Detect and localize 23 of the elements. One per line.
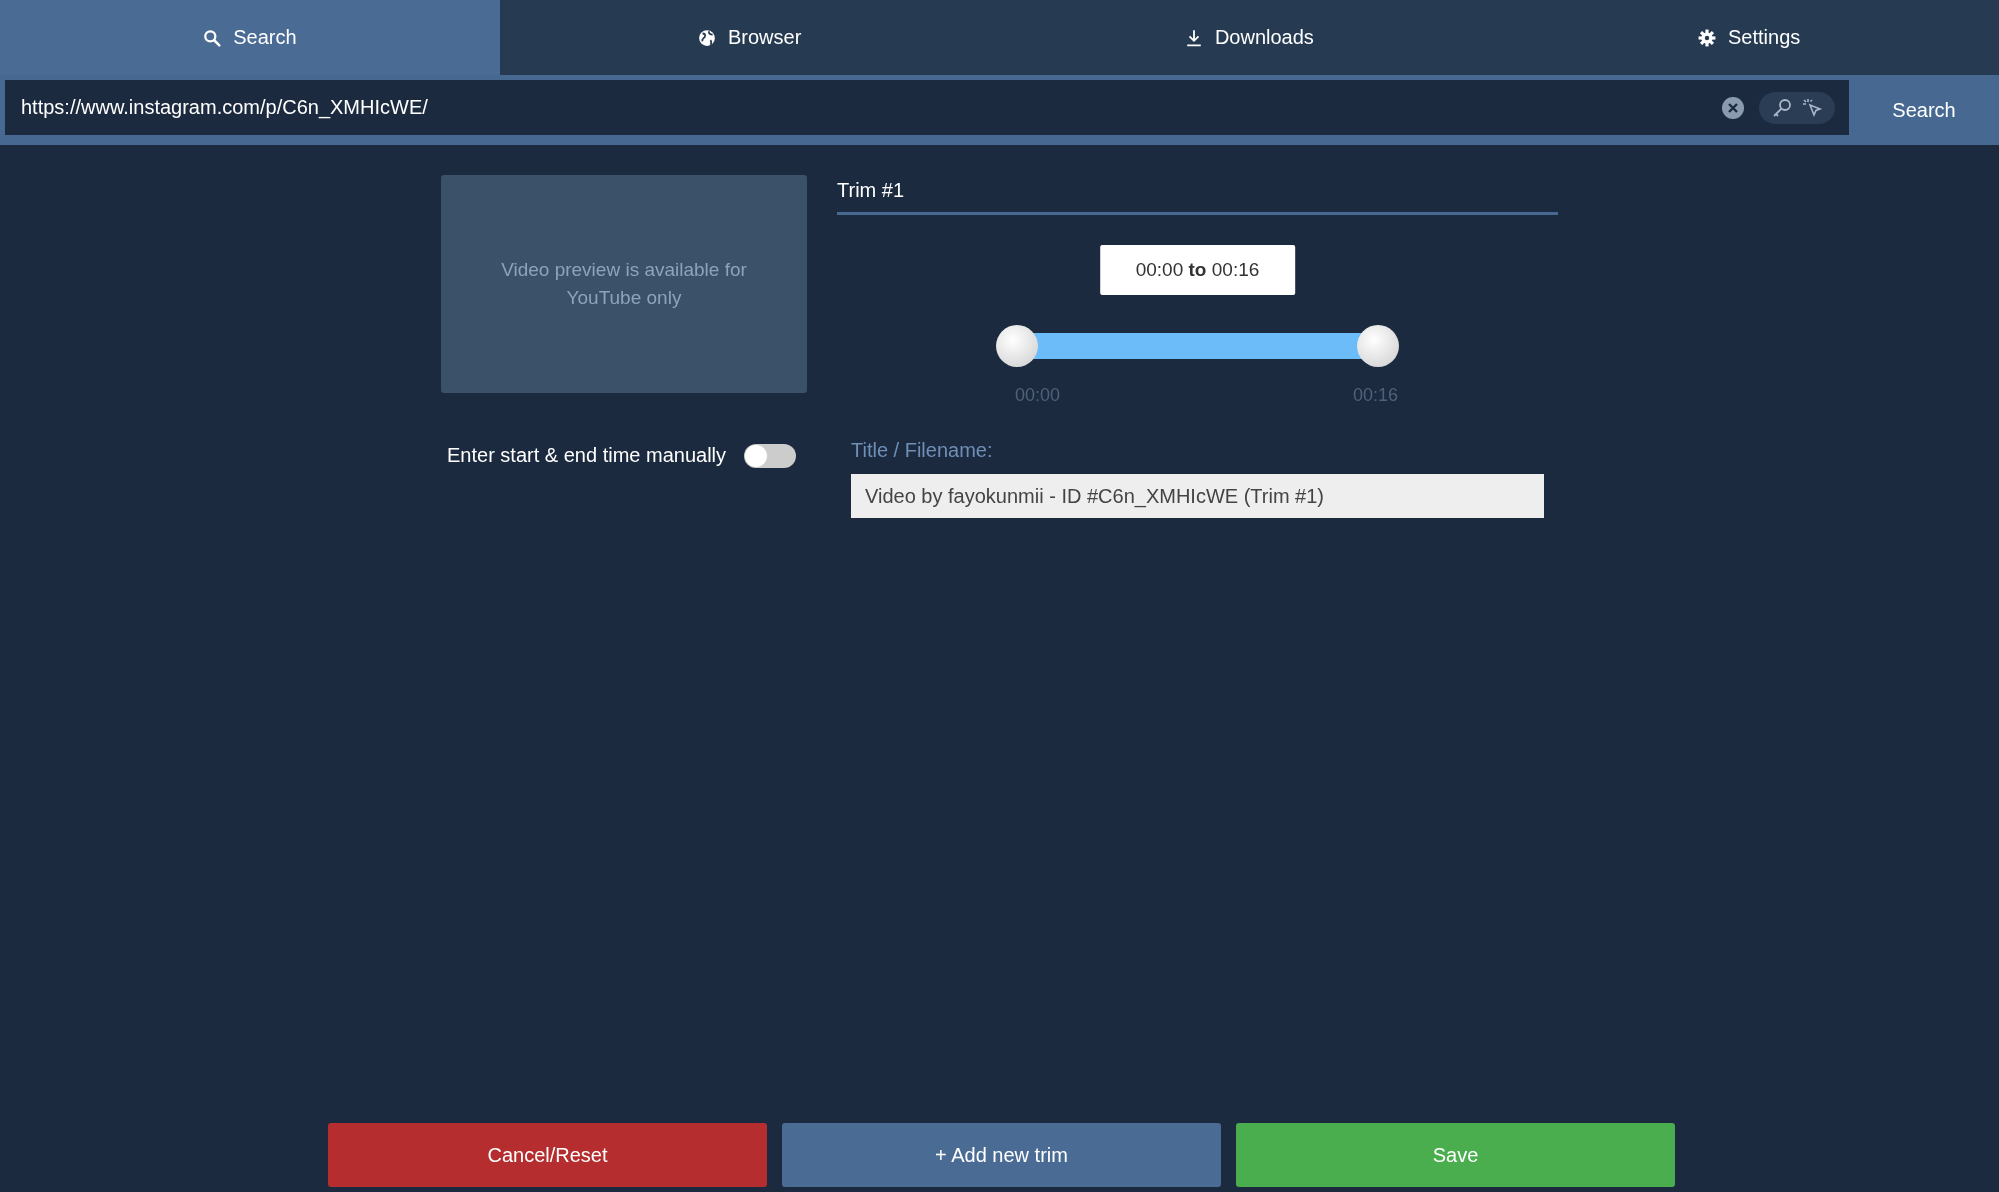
secondary-button[interactable]: + Add new trim	[782, 1123, 1221, 1187]
settings-icon	[1698, 28, 1716, 47]
danger-button[interactable]: Cancel/Reset	[328, 1123, 767, 1187]
download-icon	[1184, 28, 1203, 47]
key-icon[interactable]	[1771, 96, 1793, 119]
globe-icon	[697, 28, 716, 47]
toggle-label: Enter start & end time manually	[447, 444, 726, 467]
slider-thumb[interactable]	[996, 325, 1038, 367]
end-time-label: 00:16	[1352, 385, 1398, 406]
range-tooltip: 00:00 to 00:16	[1099, 245, 1296, 295]
preview-message: Video preview is available for YouTube only	[500, 257, 748, 310]
search-icon	[203, 28, 222, 47]
trim-title: Trim #1	[837, 175, 1558, 215]
toggle-switch[interactable]	[744, 443, 796, 468]
address-bar[interactable]: https://www.instagram.com/p/C6n_XMHIcWE/	[5, 80, 1849, 135]
slider-thumb[interactable]	[1357, 325, 1399, 367]
filename-field[interactable]: Video by fayokunmii - ID #C6n_XMHIcWE (Trim #1)	[851, 474, 1544, 518]
url-field[interactable]: https://www.instagram.com/p/C6n_XMHIcWE/	[19, 95, 1707, 120]
tab[interactable]: Search	[0, 0, 500, 75]
filename-label: Title / Filename:	[851, 439, 994, 462]
cursor-click-icon[interactable]	[1801, 96, 1823, 119]
start-time-label: 00:00	[1015, 385, 1061, 406]
clear-icon[interactable]	[1721, 95, 1745, 120]
